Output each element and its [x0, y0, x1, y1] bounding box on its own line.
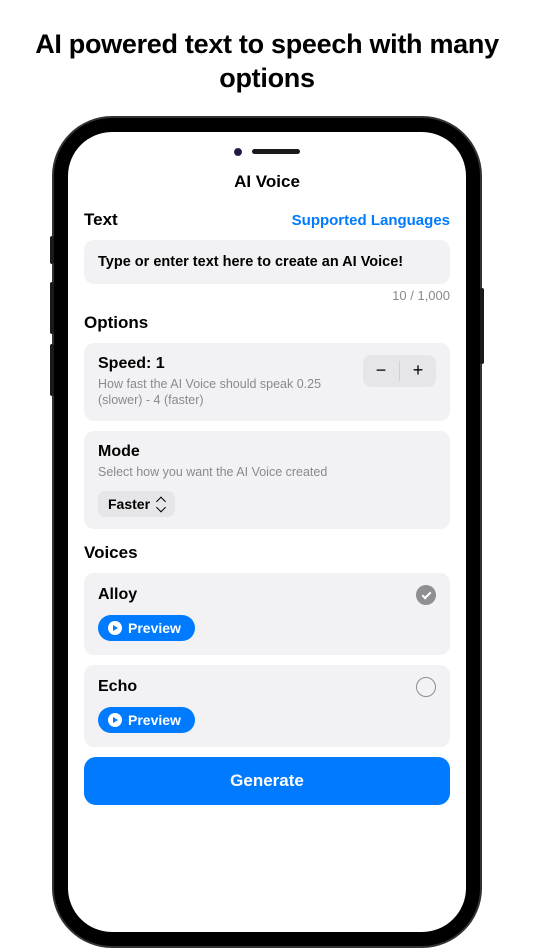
voice-name: Alloy: [98, 586, 137, 604]
radio-unchecked-icon[interactable]: [416, 677, 436, 697]
speed-plus-button[interactable]: +: [400, 355, 436, 387]
phone-notch: [68, 132, 466, 166]
voices-section-label: Voices: [84, 543, 450, 563]
speed-minus-button[interactable]: −: [363, 355, 399, 387]
phone-side-button: [50, 282, 54, 334]
speed-desc: How fast the AI Voice should speak 0.25 …: [98, 376, 328, 410]
mode-desc: Select how you want the AI Voice created: [98, 464, 328, 481]
radio-checked-icon[interactable]: [416, 585, 436, 605]
supported-languages-link[interactable]: Supported Languages: [292, 212, 450, 229]
mode-dropdown[interactable]: Faster: [98, 491, 175, 517]
marketing-headline: AI powered text to speech with many opti…: [0, 0, 534, 110]
mode-card: Mode Select how you want the AI Voice cr…: [84, 431, 450, 529]
phone-side-button: [480, 288, 484, 364]
preview-button[interactable]: Preview: [98, 615, 195, 641]
chevron-updown-icon: [156, 498, 165, 511]
preview-label: Preview: [128, 712, 181, 728]
options-section-label: Options: [84, 313, 450, 333]
voice-name: Echo: [98, 678, 137, 696]
speed-card: Speed: 1 How fast the AI Voice should sp…: [84, 343, 450, 422]
play-icon: [108, 713, 122, 727]
phone-side-button: [50, 344, 54, 396]
preview-button[interactable]: Preview: [98, 707, 195, 733]
text-input[interactable]: Type or enter text here to create an AI …: [84, 240, 450, 284]
voice-item-echo[interactable]: Echo Preview: [84, 665, 450, 747]
phone-frame: AI Voice Text Supported Languages Type o…: [54, 118, 480, 946]
text-section-label: Text: [84, 210, 118, 230]
generate-button[interactable]: Generate: [84, 757, 450, 805]
page-title: AI Voice: [84, 166, 450, 210]
mode-title: Mode: [98, 443, 436, 461]
play-icon: [108, 621, 122, 635]
mode-selected-label: Faster: [108, 496, 150, 512]
preview-label: Preview: [128, 620, 181, 636]
speed-stepper: − +: [363, 355, 436, 387]
phone-side-button: [50, 236, 54, 264]
voice-item-alloy[interactable]: Alloy Preview: [84, 573, 450, 655]
char-counter: 10 / 1,000: [84, 288, 450, 303]
speed-title: Speed: 1: [98, 355, 328, 373]
